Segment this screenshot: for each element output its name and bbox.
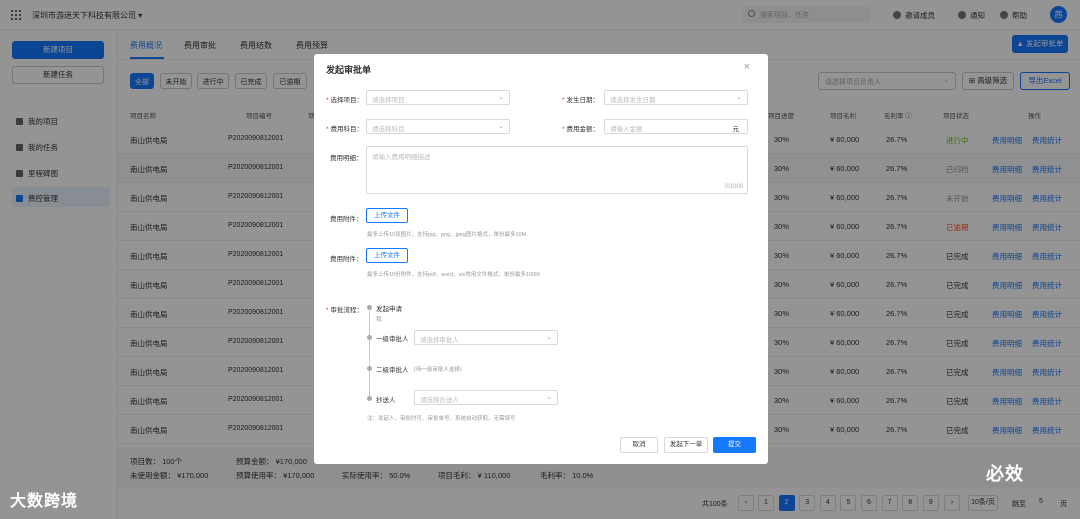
flow-second-approver: 二级审批人: [376, 367, 409, 374]
flow-start: 发起申请: [376, 306, 402, 313]
chevron-down-icon: ⌄: [546, 334, 552, 341]
submit-button[interactable]: 提交: [713, 437, 756, 453]
chevron-down-icon: ⌄: [498, 94, 504, 101]
flow-first-approver: 一级审批人: [376, 336, 409, 343]
attach-images-hint: 最多上传10张图片，支持jpg、png、jpeg图片格式，单份最多10M: [367, 232, 527, 238]
project-label: * 选择项目：: [326, 97, 364, 104]
chevron-down-icon: ⌄: [736, 94, 742, 101]
flow-label: * 审批流程：: [326, 307, 364, 314]
flow-dot: [367, 305, 372, 310]
first-approver-select[interactable]: 请选择审批人 ⌄: [414, 330, 558, 345]
project-select[interactable]: 请选择项目 ⌄: [366, 90, 510, 105]
flow-cc: 抄送人: [376, 397, 396, 404]
watermark-right: 必效: [986, 464, 1024, 484]
flow-timeline-line: [369, 306, 370, 398]
chevron-down-icon: ⌄: [546, 394, 552, 401]
watermark-left: 大数跨境: [10, 493, 79, 510]
date-picker[interactable]: 请选择发生日期 ⌄: [604, 90, 748, 105]
amount-input[interactable]: 请输入金额元: [604, 119, 748, 134]
cancel-button[interactable]: 取消: [620, 437, 658, 453]
subject-label: * 费用科目：: [326, 126, 364, 133]
flow-dot: [367, 396, 372, 401]
flow-start-sub: 我: [376, 317, 382, 323]
upload-files-button[interactable]: 上传文件: [366, 248, 408, 263]
attach-images-label: 费用附件：: [330, 216, 363, 223]
amount-label: * 费用金额：: [562, 126, 600, 133]
subject-select[interactable]: 请选择科目 ⌄: [366, 119, 510, 134]
modal-title: 发起审批单: [326, 65, 372, 75]
flow-dot: [367, 366, 372, 371]
attach-files-label: 费用附件：: [330, 256, 363, 263]
amount-unit: 元: [732, 126, 740, 133]
detail-char-count: 0/1000: [724, 184, 743, 190]
flow-second-sub: (待一级审批人选择): [414, 367, 462, 373]
detail-textarea[interactable]: 请输入费用明细描述 0/1000: [366, 146, 748, 194]
date-label: * 发生日期：: [562, 97, 600, 104]
flow-dot: [367, 335, 372, 340]
attach-files-hint: 最多上传10份附件，支持pdf、word、xls常用文件格式，单份最多100M: [367, 272, 540, 278]
close-icon[interactable]: ×: [744, 61, 750, 73]
upload-images-button[interactable]: 上传文件: [366, 208, 408, 223]
next-form-button[interactable]: 发起下一单: [664, 437, 708, 453]
chevron-down-icon: ⌄: [498, 123, 504, 130]
flow-note: 注：发起人、审批时可、审批单号、系统自动获取，无需填写: [367, 416, 516, 422]
cc-select[interactable]: 请选择抄送人 ⌄: [414, 390, 558, 405]
detail-label: 费用明细：: [330, 155, 363, 162]
approval-modal: 发起审批单 × * 选择项目： 请选择项目 ⌄ * 发生日期： 请选择发生日期 ⌄ * 费…: [314, 54, 768, 464]
